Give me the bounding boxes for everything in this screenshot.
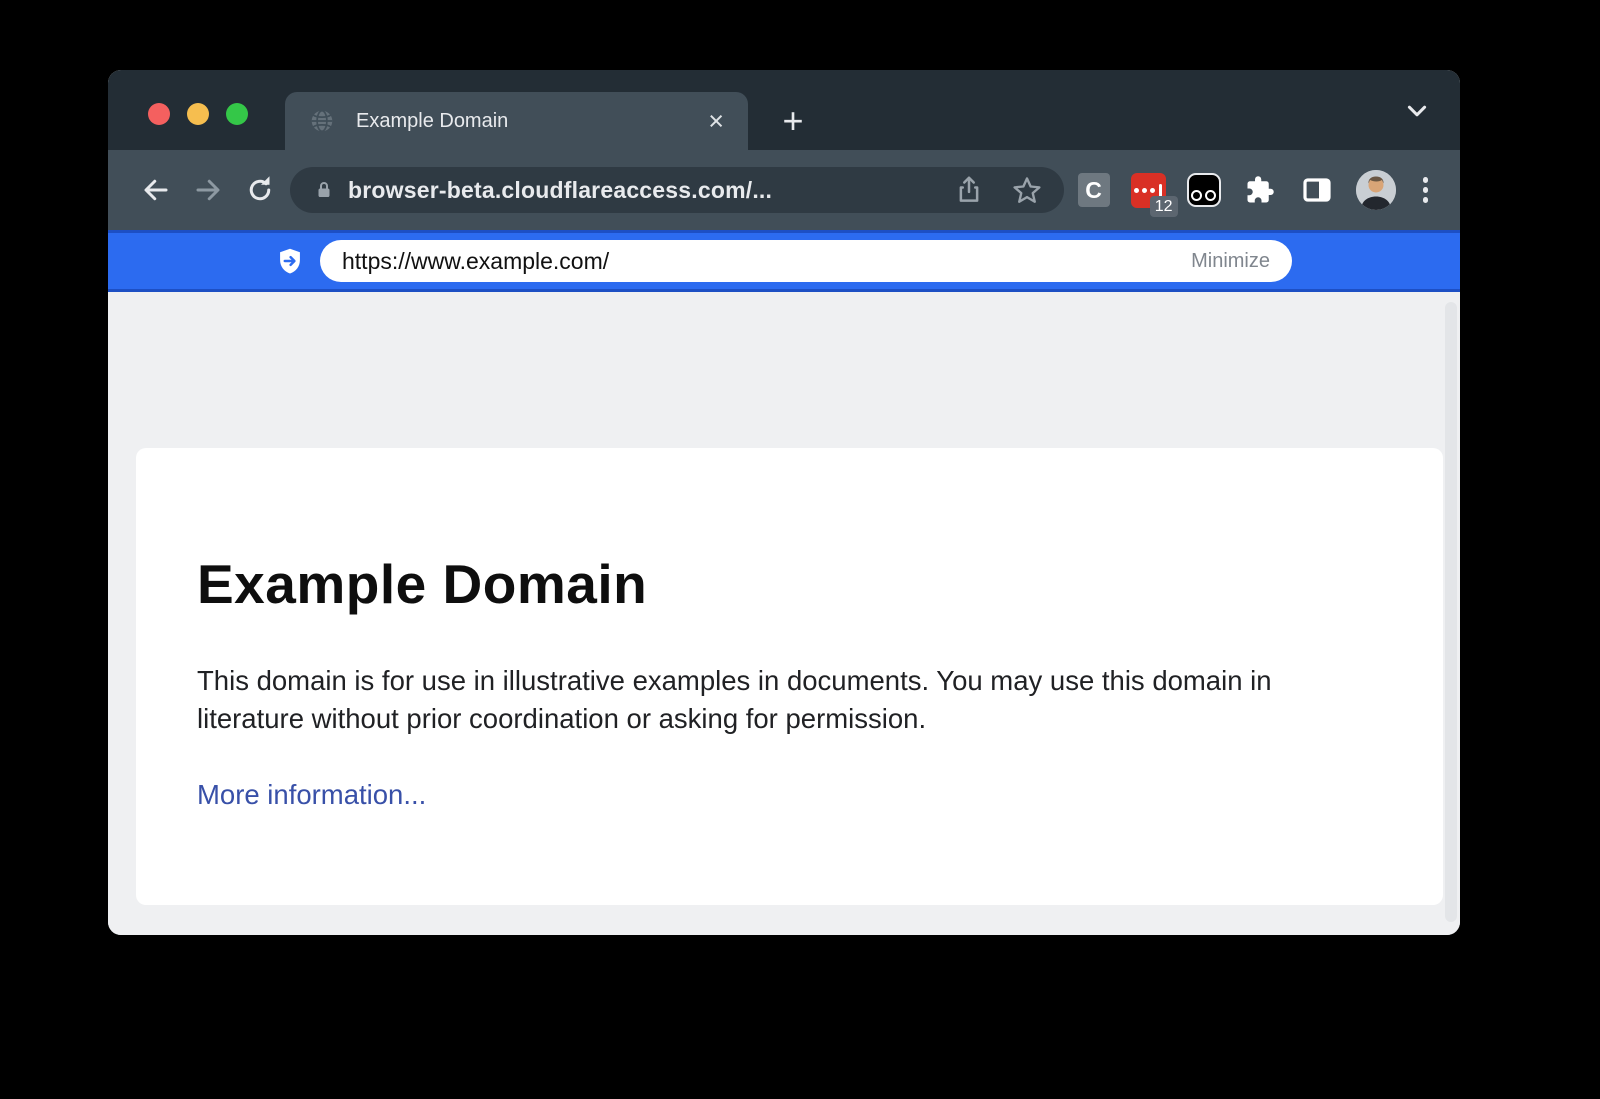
page-scrollbar[interactable] (1445, 302, 1457, 922)
back-arrow-icon (141, 175, 171, 205)
minimize-window-button[interactable] (187, 103, 209, 125)
tab-strip: Example Domain × + (108, 70, 1460, 150)
isolation-url-pill: Minimize (320, 240, 1292, 282)
side-panel-icon (1301, 174, 1333, 206)
tab-title: Example Domain (356, 110, 708, 133)
zoom-window-button[interactable] (226, 103, 248, 125)
forward-arrow-icon (193, 175, 223, 205)
close-window-button[interactable] (148, 103, 170, 125)
page-paragraph: This domain is for use in illustrative e… (197, 662, 1347, 737)
url-text: browser-beta.cloudflareaccess.com/... (348, 177, 926, 204)
extensions-puzzle-button[interactable] (1242, 172, 1278, 208)
c-extension-icon[interactable]: C (1078, 173, 1110, 207)
back-button[interactable] (130, 164, 182, 216)
forward-button[interactable] (182, 164, 234, 216)
extensions-row: C 12 (1078, 170, 1435, 210)
two-circles-extension-icon[interactable] (1187, 173, 1221, 207)
toolbar: browser-beta.cloudflareaccess.com/... C … (108, 150, 1460, 230)
password-manager-extension-icon[interactable]: 12 (1131, 173, 1166, 208)
browser-window: Example Domain × + (108, 70, 1460, 935)
extension-badge-count: 12 (1150, 196, 1178, 217)
share-icon[interactable] (954, 175, 984, 205)
reload-button[interactable] (234, 164, 286, 216)
puzzle-icon (1245, 175, 1275, 205)
shield-arrow-icon (276, 247, 304, 275)
page-content: Example Domain This domain is for use in… (108, 292, 1460, 935)
globe-favicon-icon (309, 108, 335, 134)
tab-example-domain[interactable]: Example Domain × (285, 92, 748, 150)
address-bar[interactable]: browser-beta.cloudflareaccess.com/... (290, 167, 1064, 213)
page-title: Example Domain (197, 552, 1443, 616)
content-card: Example Domain This domain is for use in… (136, 448, 1443, 905)
avatar-photo (1356, 170, 1396, 210)
close-tab-icon[interactable]: × (708, 108, 724, 135)
bookmark-star-icon[interactable] (1012, 175, 1042, 205)
profile-avatar[interactable] (1356, 170, 1396, 210)
isolation-banner: Minimize (108, 230, 1460, 292)
reload-icon (245, 175, 275, 205)
lock-icon (312, 178, 336, 202)
chevron-down-icon[interactable] (1404, 98, 1430, 124)
minimize-banner-button[interactable]: Minimize (1191, 250, 1270, 273)
side-panel-button[interactable] (1299, 172, 1335, 208)
new-tab-button[interactable]: + (766, 94, 820, 148)
browser-menu-button[interactable] (1417, 177, 1435, 203)
more-information-link[interactable]: More information... (197, 779, 426, 811)
traffic-lights (148, 103, 248, 125)
isolation-url-input[interactable] (342, 248, 1179, 275)
